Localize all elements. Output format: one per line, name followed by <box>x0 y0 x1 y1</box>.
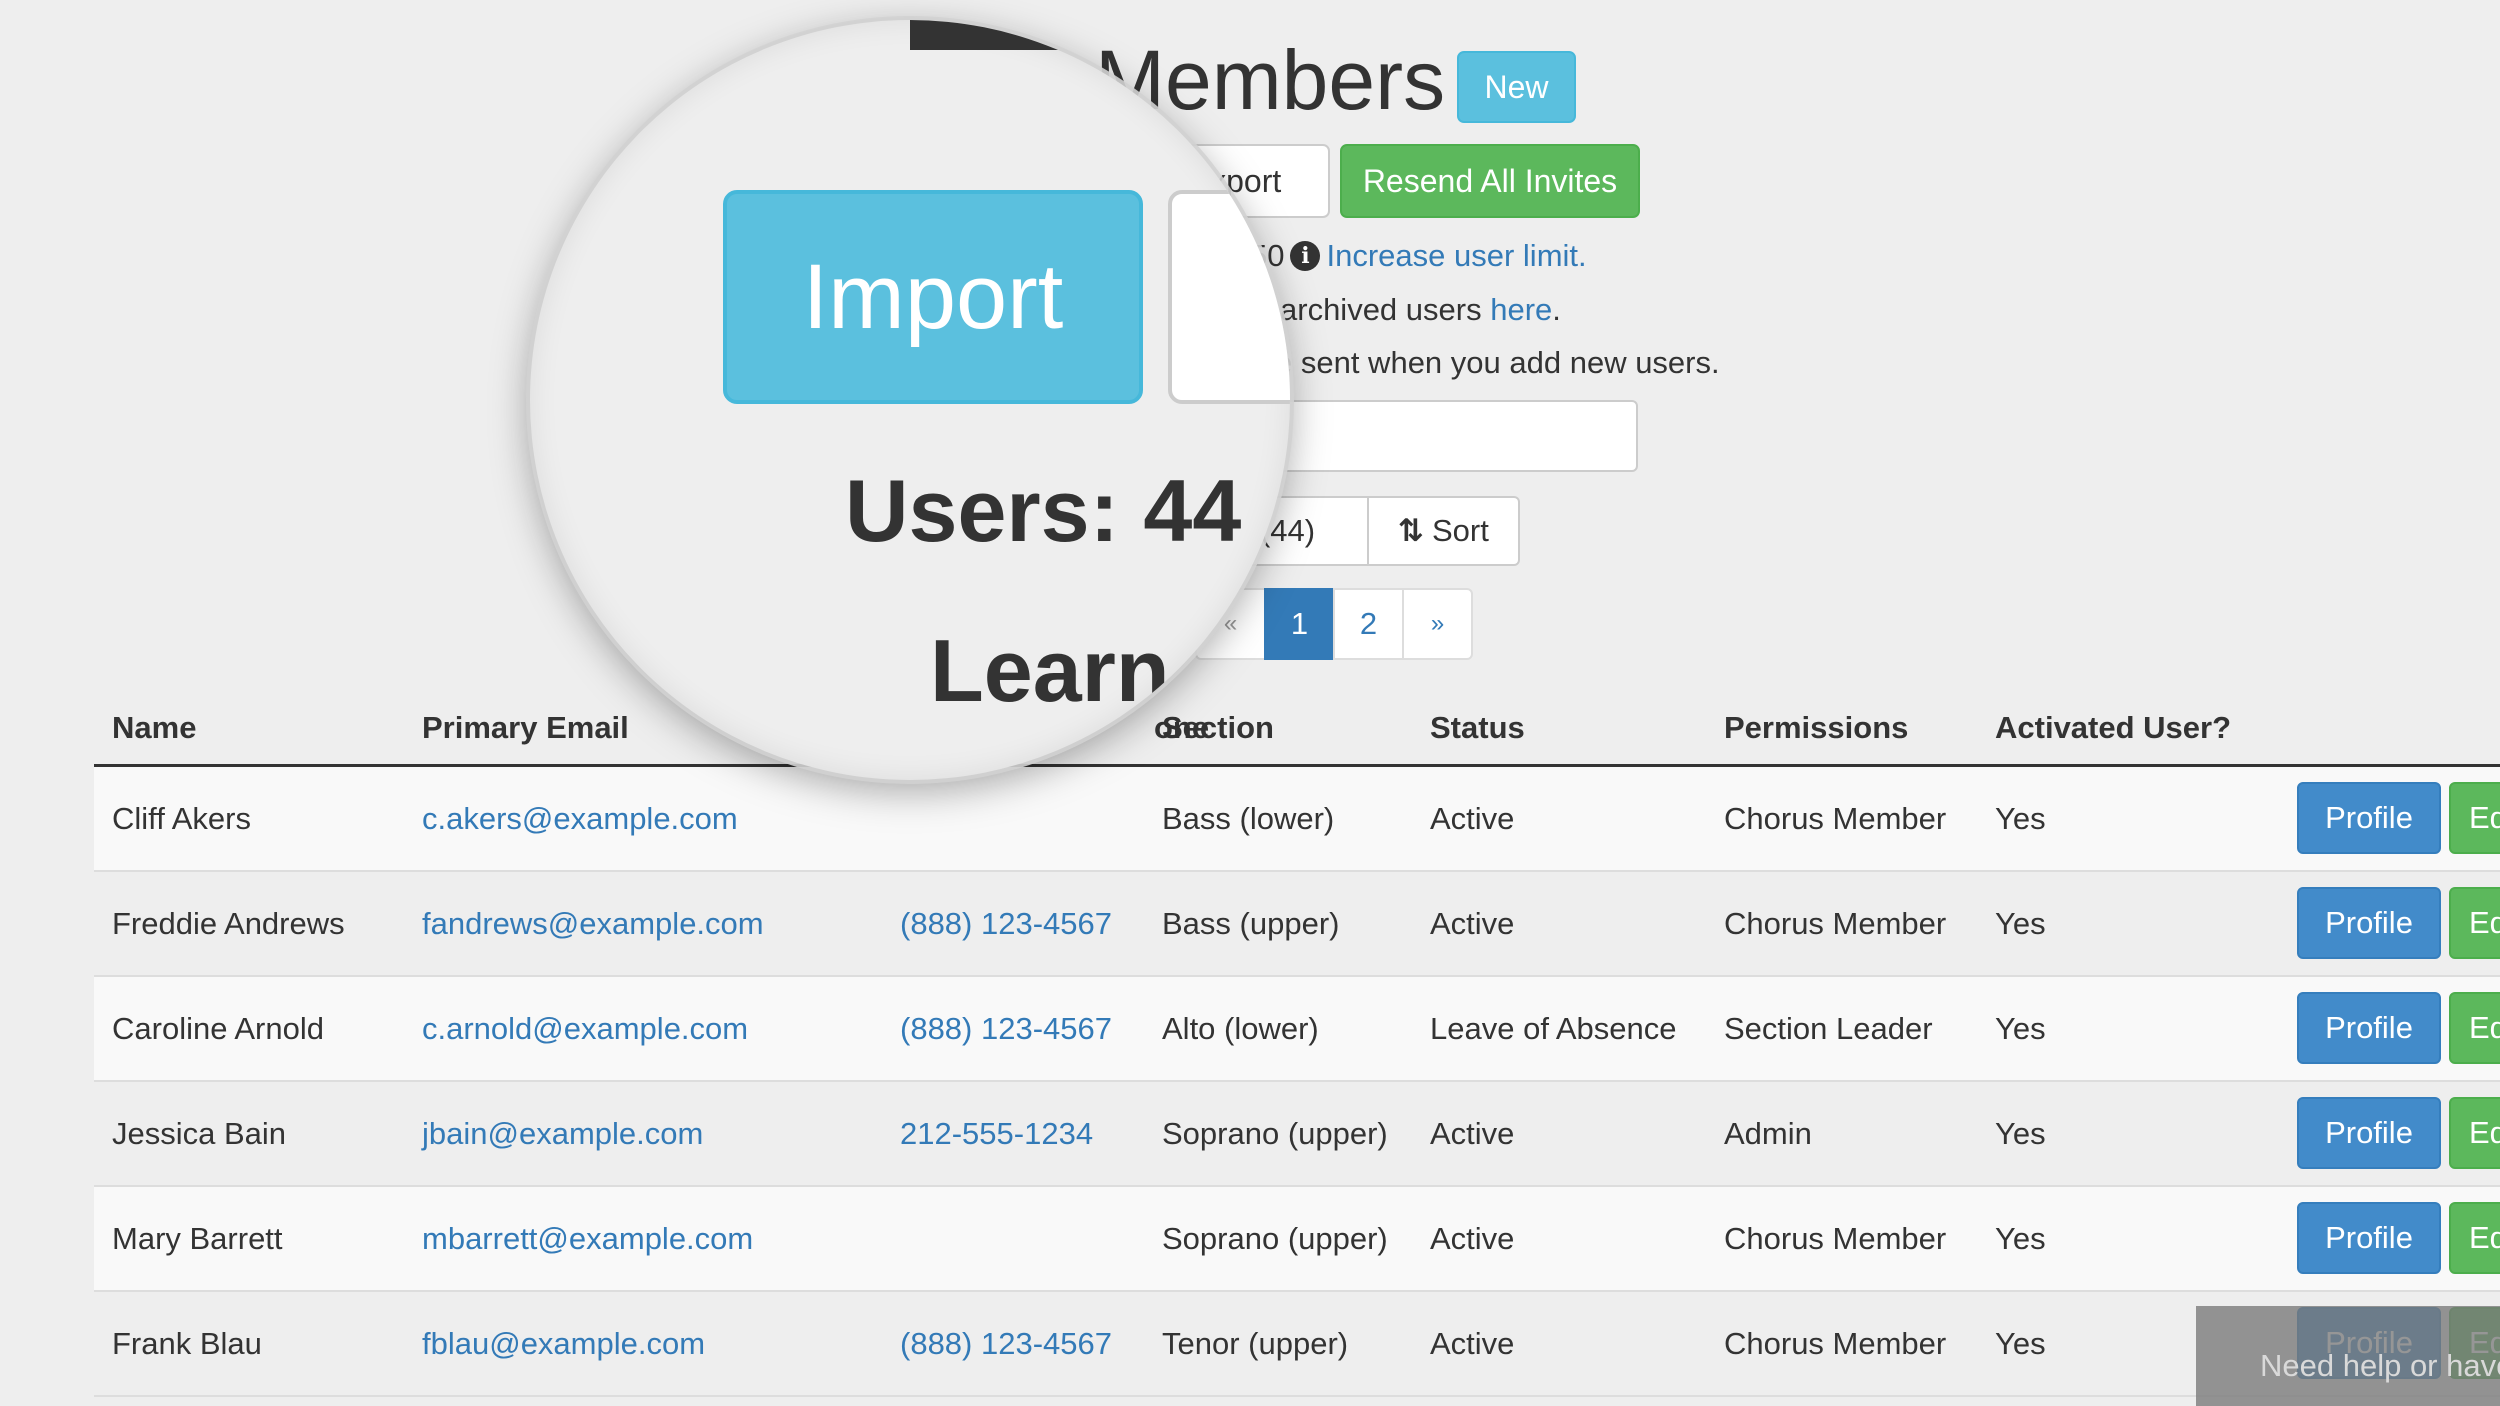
table-row: Frank Blau fblau@example.com (888) 123-4… <box>94 1292 2500 1397</box>
magnified-title-fragment <box>910 20 1110 50</box>
profile-button[interactable]: Profile <box>2297 887 2441 959</box>
archived-users-suffix: . <box>1552 292 1561 327</box>
member-activated: Yes <box>1995 906 2046 941</box>
edit-button[interactable]: Ed <box>2449 1202 2500 1274</box>
column-header-permissions[interactable]: Permissions <box>1724 710 1908 746</box>
profile-button[interactable]: Profile <box>2297 992 2441 1064</box>
edit-button[interactable]: Ed <box>2449 782 2500 854</box>
member-email-link[interactable]: c.arnold@example.com <box>422 1011 748 1047</box>
table-row: Freddie Andrews fandrews@example.com (88… <box>94 872 2500 977</box>
member-permissions: Section Leader <box>1724 1011 1933 1046</box>
sort-button[interactable]: ⇅ Sort <box>1368 496 1520 566</box>
resend-all-invites-button[interactable]: Resend All Invites <box>1340 144 1640 218</box>
increase-user-limit-link[interactable]: Increase user limit. <box>1326 238 1586 273</box>
learn-more-link[interactable]: Learn <box>930 620 1170 722</box>
member-status: Active <box>1430 1116 1515 1151</box>
help-chat-tab[interactable]: Need help or have <box>2196 1306 2500 1406</box>
member-permissions: Chorus Member <box>1724 801 1947 836</box>
member-name: Jessica Bain <box>112 1116 287 1151</box>
column-header-activated[interactable]: Activated User? <box>1995 710 2231 746</box>
member-name: Freddie Andrews <box>112 906 345 941</box>
member-status: Active <box>1430 801 1515 836</box>
column-header-name[interactable]: Name <box>112 710 196 746</box>
info-icon[interactable]: i <box>1290 241 1321 271</box>
member-name: Cliff Akers <box>112 801 251 836</box>
member-activated: Yes <box>1995 1011 2046 1046</box>
member-permissions: Admin <box>1724 1116 1812 1151</box>
member-email-link[interactable]: jbain@example.com <box>422 1116 703 1152</box>
magnifier-lens: Import Users: 44 Learn <box>530 20 1290 780</box>
member-activated: Yes <box>1995 1221 2046 1256</box>
table-row: Jessica Bain jbain@example.com 212-555-1… <box>94 1082 2500 1187</box>
member-permissions: Chorus Member <box>1724 1221 1947 1256</box>
magnified-export-button[interactable] <box>1168 190 1290 404</box>
member-name: Caroline Arnold <box>112 1011 324 1046</box>
column-header-status[interactable]: Status <box>1430 710 1525 746</box>
member-permissions: Chorus Member <box>1724 906 1947 941</box>
archived-users-text: archived users <box>1280 292 1491 327</box>
member-activated: Yes <box>1995 1116 2046 1151</box>
member-status: Leave of Absence <box>1430 1011 1677 1046</box>
pagination: « 1 2 » <box>1195 588 1473 660</box>
edit-button[interactable]: Ed <box>2449 887 2500 959</box>
member-status: Active <box>1430 1221 1515 1256</box>
new-member-button[interactable]: New <box>1457 51 1576 123</box>
member-activated: Yes <box>1995 1326 2046 1361</box>
member-section: Alto (lower) <box>1162 1011 1319 1046</box>
profile-button[interactable]: Profile <box>2297 782 2441 854</box>
member-section: Soprano (upper) <box>1162 1116 1388 1151</box>
profile-button[interactable]: Profile <box>2297 1202 2441 1274</box>
invites-info-line: e sent when you add new users. <box>1275 345 1720 380</box>
member-email-link[interactable]: fblau@example.com <box>422 1326 705 1362</box>
member-email-link[interactable]: c.akers@example.com <box>422 801 738 837</box>
users-count: Users: 44 <box>845 461 1242 560</box>
member-email-link[interactable]: fandrews@example.com <box>422 906 764 942</box>
pagination-page-2[interactable]: 2 <box>1333 588 1404 660</box>
sort-label: Sort <box>1431 513 1489 548</box>
archived-users-link[interactable]: here <box>1490 292 1552 327</box>
member-phone-link[interactable]: (888) 123-4567 <box>900 1326 1112 1362</box>
archived-users-line: archived users here. <box>1280 292 1561 328</box>
member-section: Bass (upper) <box>1162 906 1340 941</box>
table-row: Caroline Arnold c.arnold@example.com (88… <box>94 977 2500 1082</box>
member-name: Frank Blau <box>112 1326 262 1361</box>
member-section: Tenor (upper) <box>1162 1326 1349 1361</box>
table-row: Mary Barrett mbarrett@example.com Sopran… <box>94 1187 2500 1292</box>
member-email-link[interactable]: mbarrett@example.com <box>422 1221 753 1257</box>
pagination-page-1[interactable]: 1 <box>1264 588 1335 660</box>
edit-button[interactable]: Ed <box>2449 1097 2500 1169</box>
edit-button[interactable]: Ed <box>2449 992 2500 1064</box>
column-header-section[interactable]: Section <box>1162 710 1274 746</box>
member-activated: Yes <box>1995 801 2046 836</box>
member-phone-link[interactable]: (888) 123-4567 <box>900 906 1112 942</box>
column-header-email[interactable]: Primary Email <box>422 710 629 746</box>
members-table: Name Primary Email one Section Status Pe… <box>94 700 2500 1397</box>
table-header: Name Primary Email one Section Status Pe… <box>94 700 2500 767</box>
table-row: Cliff Akers c.akers@example.com Bass (lo… <box>94 767 2500 872</box>
member-section: Bass (lower) <box>1162 801 1335 836</box>
user-limit-line: 50iIncrease user limit. <box>1250 238 1587 274</box>
sort-icon: ⇅ <box>1398 513 1424 548</box>
member-phone-link[interactable]: 212-555-1234 <box>900 1116 1093 1152</box>
member-section: Soprano (upper) <box>1162 1221 1388 1256</box>
profile-button[interactable]: Profile <box>2297 1097 2441 1169</box>
member-name: Mary Barrett <box>112 1221 283 1256</box>
member-phone-link[interactable]: (888) 123-4567 <box>900 1011 1112 1047</box>
pagination-next[interactable]: » <box>1402 588 1473 660</box>
member-status: Active <box>1430 906 1515 941</box>
import-button[interactable]: Import <box>723 190 1143 404</box>
member-status: Active <box>1430 1326 1515 1361</box>
member-permissions: Chorus Member <box>1724 1326 1947 1361</box>
